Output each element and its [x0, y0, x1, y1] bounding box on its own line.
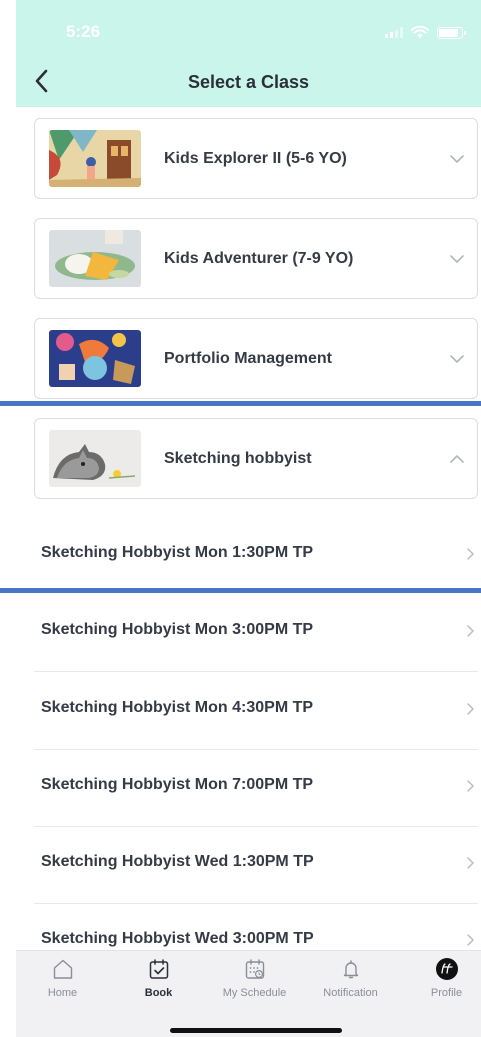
- session-label: Sketching Hobbyist Mon 7:00PM TP: [41, 776, 314, 793]
- tab-label: Profile: [430, 987, 463, 999]
- session-label: Sketching Hobbyist Wed 3:00PM TP: [41, 930, 314, 947]
- app-screen: 5:26 Select a Class Kids Explorer II (5-…: [16, 0, 481, 1037]
- tab-book[interactable]: Book: [112, 957, 205, 1007]
- class-card-sketching-hobbyist[interactable]: Sketching hobbyist: [34, 418, 478, 499]
- class-thumbnail: [49, 330, 141, 387]
- chevron-up-icon: [450, 455, 464, 463]
- class-card-kids-explorer[interactable]: Kids Explorer II (5-6 YO): [34, 118, 478, 199]
- page-title: Select a Class: [187, 72, 310, 92]
- tab-notification[interactable]: Notification: [304, 957, 397, 1007]
- home-indicator: [170, 1028, 342, 1033]
- class-label: Kids Explorer II (5-6 YO): [164, 150, 347, 167]
- session-row[interactable]: Sketching Hobbyist Mon 3:00PM TP: [34, 594, 478, 672]
- chevron-right-icon: [467, 857, 474, 869]
- highlight-line-bottom: [0, 588, 481, 593]
- tab-label: Notification: [323, 987, 378, 999]
- class-label: Portfolio Management: [164, 350, 333, 367]
- chevron-down-icon: [450, 255, 464, 263]
- cellular-signal-icon: [385, 27, 403, 38]
- session-row[interactable]: Sketching Hobbyist Mon 1:30PM TP: [34, 517, 478, 595]
- session-row[interactable]: Sketching Hobbyist Mon 7:00PM TP: [34, 749, 478, 827]
- class-thumbnail: [49, 130, 141, 187]
- chevron-right-icon: [467, 548, 474, 560]
- tab-bar: Home Book My Schedule Notification Profi…: [16, 950, 481, 1037]
- session-label: Sketching Hobbyist Mon 3:00PM TP: [41, 621, 314, 638]
- status-icons: [385, 26, 466, 39]
- header: 5:26 Select a Class: [16, 0, 481, 107]
- session-row[interactable]: Sketching Hobbyist Mon 4:30PM TP: [34, 672, 478, 750]
- chevron-right-icon: [467, 625, 474, 637]
- chevron-right-icon: [467, 780, 474, 792]
- chevron-right-icon: [467, 703, 474, 715]
- chevron-right-icon: [467, 934, 474, 946]
- schedule-calendar-icon: [245, 959, 264, 979]
- status-time: 5:26: [66, 22, 101, 41]
- class-card-portfolio-management[interactable]: Portfolio Management: [34, 318, 478, 399]
- tab-home[interactable]: Home: [16, 957, 109, 1007]
- chevron-down-icon: [450, 355, 464, 363]
- wifi-icon: [411, 26, 429, 39]
- highlight-line-top: [0, 401, 481, 406]
- tab-label: My Schedule: [222, 987, 287, 999]
- tab-label: Book: [144, 987, 173, 999]
- class-label: Sketching hobbyist: [164, 450, 312, 467]
- class-thumbnail: [49, 430, 141, 487]
- chevron-down-icon: [450, 155, 464, 163]
- session-label: Sketching Hobbyist Mon 1:30PM TP: [41, 544, 314, 561]
- tab-profile[interactable]: Profile: [400, 957, 481, 1007]
- class-label: Kids Adventurer (7-9 YO): [164, 250, 354, 267]
- profile-avatar-icon: [435, 958, 458, 980]
- battery-icon: [437, 26, 466, 39]
- class-thumbnail: [49, 230, 141, 287]
- session-label: Sketching Hobbyist Mon 4:30PM TP: [41, 699, 314, 716]
- tab-label: Home: [47, 987, 78, 999]
- book-calendar-icon: [149, 959, 168, 979]
- tab-my-schedule[interactable]: My Schedule: [208, 957, 301, 1007]
- bell-icon: [343, 960, 358, 979]
- home-icon: [53, 959, 72, 979]
- class-card-kids-adventurer[interactable]: Kids Adventurer (7-9 YO): [34, 218, 478, 299]
- session-label: Sketching Hobbyist Wed 1:30PM TP: [41, 853, 314, 870]
- session-row[interactable]: Sketching Hobbyist Wed 1:30PM TP: [34, 826, 478, 904]
